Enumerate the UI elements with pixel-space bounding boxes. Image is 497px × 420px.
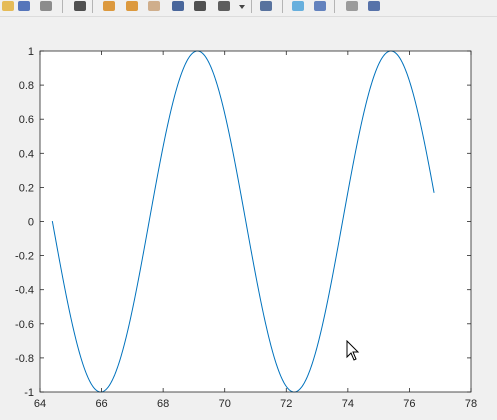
x-tick-label: 66	[95, 398, 107, 410]
toolbar-separator	[92, 0, 93, 13]
y-tick-label: 0.2	[19, 182, 34, 194]
y-tick-label: 0	[28, 217, 34, 229]
figure-toolbar	[0, 0, 497, 17]
y-tick-label: -0.2	[15, 251, 34, 263]
toolbar-separator	[62, 0, 63, 13]
x-tick-label: 74	[342, 398, 354, 410]
link-plot-icon[interactable]	[258, 0, 274, 13]
zoom-out-icon[interactable]	[124, 0, 140, 13]
figure-area: 64 66 68 70 72 74 76 78 -1 -0.8 -0.6 -0.4 -0.2 0 0.2 0.…	[0, 17, 497, 415]
brush-dropdown-icon[interactable]	[238, 0, 246, 13]
hide-plot-tools-icon[interactable]	[344, 0, 360, 13]
pan-hand-icon[interactable]	[146, 0, 162, 13]
y-tick-label: -0.8	[15, 353, 34, 365]
y-tick-label: 0.4	[19, 148, 34, 160]
data-cursor-icon[interactable]	[192, 0, 208, 13]
toolbar-separator	[334, 0, 335, 13]
brush-icon[interactable]	[216, 0, 232, 13]
rotate-3d-icon[interactable]	[170, 0, 186, 13]
mouse-pointer-icon	[346, 340, 360, 361]
x-tick-label: 70	[219, 398, 231, 410]
show-plot-tools-icon[interactable]	[366, 0, 382, 13]
zoom-in-icon[interactable]	[101, 0, 117, 13]
save-icon[interactable]	[16, 0, 32, 13]
y-tick-label: -0.6	[15, 319, 34, 331]
open-file-icon[interactable]	[0, 0, 16, 13]
x-tick-label: 78	[465, 398, 477, 410]
pointer-icon[interactable]	[72, 0, 88, 13]
y-tick-label: 1	[28, 46, 34, 58]
plot-canvas[interactable]: 64 66 68 70 72 74 76 78 -1 -0.8 -0.6 -0.4 -0.2 0 0.2 0.…	[0, 17, 497, 415]
toolbar-separator	[282, 0, 283, 13]
y-tick-label: 0.8	[19, 80, 34, 92]
x-tick-label: 68	[157, 398, 169, 410]
legend-icon[interactable]	[312, 0, 328, 13]
y-tick-label: -0.4	[15, 285, 34, 297]
print-icon[interactable]	[38, 0, 54, 13]
x-tick-label: 72	[280, 398, 292, 410]
y-tick-label: 0.6	[19, 114, 34, 126]
x-tick-label: 76	[403, 398, 415, 410]
y-tick-label: -1	[24, 387, 34, 399]
colorbar-icon[interactable]	[290, 0, 306, 13]
toolbar-separator	[251, 0, 252, 13]
axes-background	[40, 51, 471, 392]
x-tick-label: 64	[34, 398, 46, 410]
